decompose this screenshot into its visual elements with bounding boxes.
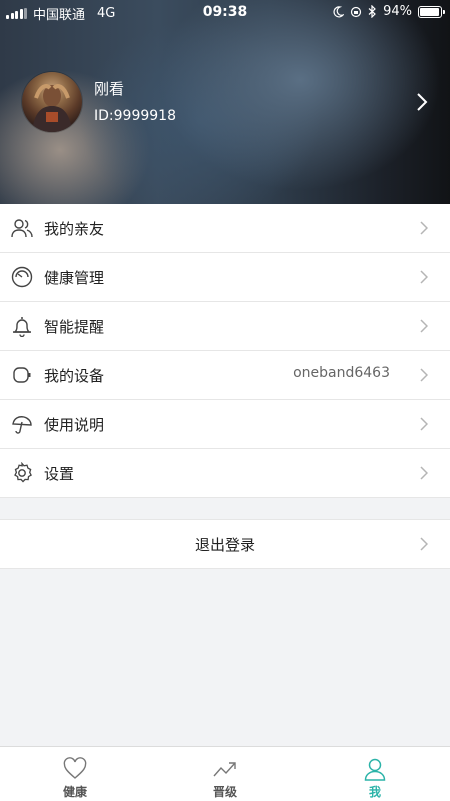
menu-item-device[interactable]: 我的设备 oneband6463 — [0, 351, 450, 400]
menu-item-instructions[interactable]: 使用说明 — [0, 400, 450, 449]
device-name-value: oneband6463 — [293, 365, 390, 381]
tab-label: 健康 — [62, 785, 87, 799]
moon-icon — [333, 5, 345, 17]
tab-label: 我 — [368, 785, 381, 799]
profile-header[interactable]: 中国联通 4G 09:38 94% 刚看 ID:9999918 — [0, 0, 450, 204]
bluetooth-icon — [368, 5, 376, 18]
tab-health[interactable]: 健康 — [0, 747, 150, 801]
chevron-right-icon — [420, 270, 428, 284]
chevron-right-icon — [420, 319, 428, 333]
profile-id: ID:9999918 — [94, 108, 176, 124]
chevron-right-icon — [420, 537, 428, 551]
bell-icon — [13, 317, 31, 337]
menu-item-label: 设置 — [44, 465, 75, 483]
chevron-right-icon — [420, 417, 428, 431]
tab-promotion[interactable]: 晋级 — [150, 747, 300, 801]
battery-icon — [418, 5, 445, 18]
chevron-right-icon — [420, 368, 428, 382]
friends-icon — [11, 219, 33, 238]
logout-button[interactable]: 退出登录 — [0, 519, 450, 569]
menu-item-reminder[interactable]: 智能提醒 — [0, 302, 450, 351]
logout-label: 退出登录 — [194, 536, 255, 554]
rotation-lock-icon — [350, 6, 362, 17]
menu-item-label: 我的设备 — [44, 367, 105, 385]
gauge-icon — [11, 266, 33, 288]
status-right: 94% — [332, 4, 445, 19]
trend-icon — [213, 762, 236, 777]
tab-label: 晋级 — [212, 785, 237, 799]
menu-list: 我的亲友 健康管理 智能提醒 我的设备 oneband6463 使用说明 设置 — [0, 204, 450, 498]
menu-item-label: 我的亲友 — [44, 220, 105, 238]
tab-me[interactable]: 我 — [300, 747, 450, 801]
menu-item-friends[interactable]: 我的亲友 — [0, 204, 450, 253]
avatar[interactable] — [22, 72, 82, 132]
battery-percent: 94% — [383, 4, 412, 19]
heart-icon — [63, 757, 87, 779]
watch-icon — [13, 367, 31, 383]
menu-item-health[interactable]: 健康管理 — [0, 253, 450, 302]
profile-name: 刚看 — [94, 80, 125, 98]
menu-item-settings[interactable]: 设置 — [0, 449, 450, 498]
gear-icon — [14, 462, 32, 483]
menu-item-label: 使用说明 — [44, 416, 105, 434]
umbrella-icon — [12, 416, 32, 434]
person-icon — [364, 758, 386, 781]
menu-item-label: 智能提醒 — [44, 318, 105, 336]
status-bar: 中国联通 4G 09:38 94% — [0, 0, 450, 24]
chevron-right-icon — [420, 221, 428, 235]
menu-item-label: 健康管理 — [44, 269, 105, 287]
chevron-right-icon — [420, 466, 428, 480]
tab-bar: 健康 晋级 我 — [0, 746, 450, 801]
chevron-right-icon[interactable] — [414, 92, 430, 112]
